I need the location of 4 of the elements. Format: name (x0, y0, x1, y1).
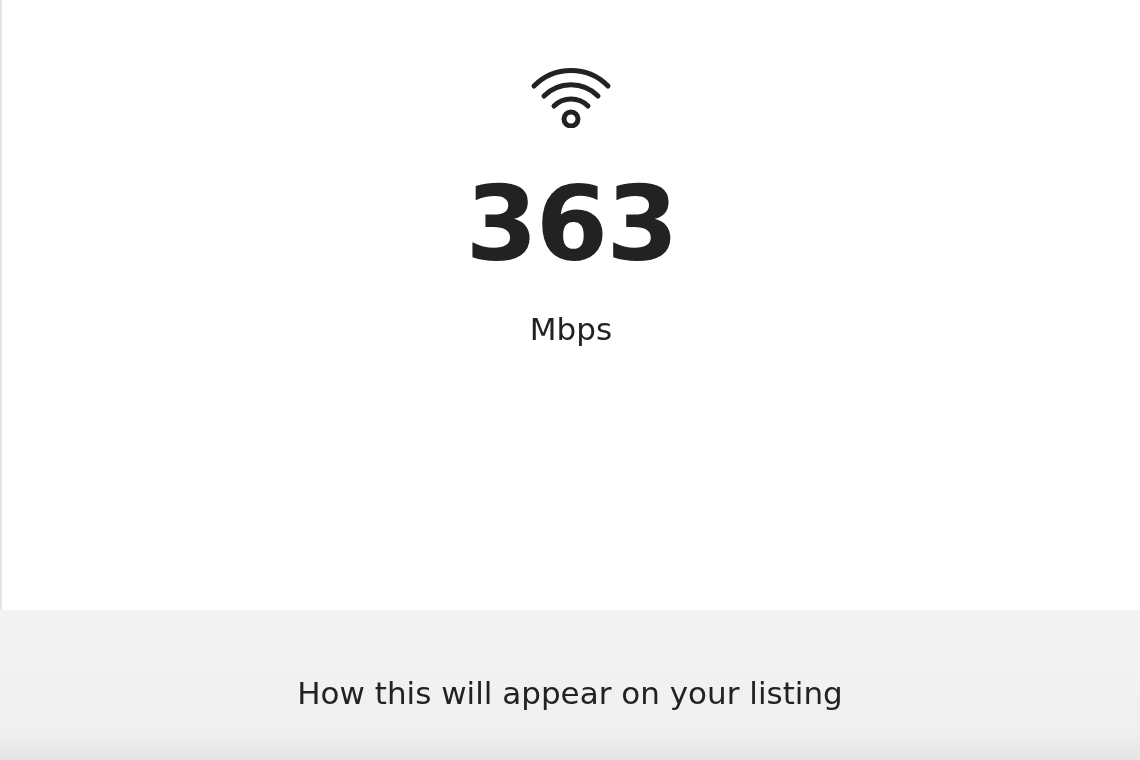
wifi-icon (530, 66, 612, 128)
speed-unit: Mbps (529, 314, 613, 345)
section-heading: How this will appear on your listing (297, 678, 843, 713)
speed-value: 363 (465, 172, 677, 276)
